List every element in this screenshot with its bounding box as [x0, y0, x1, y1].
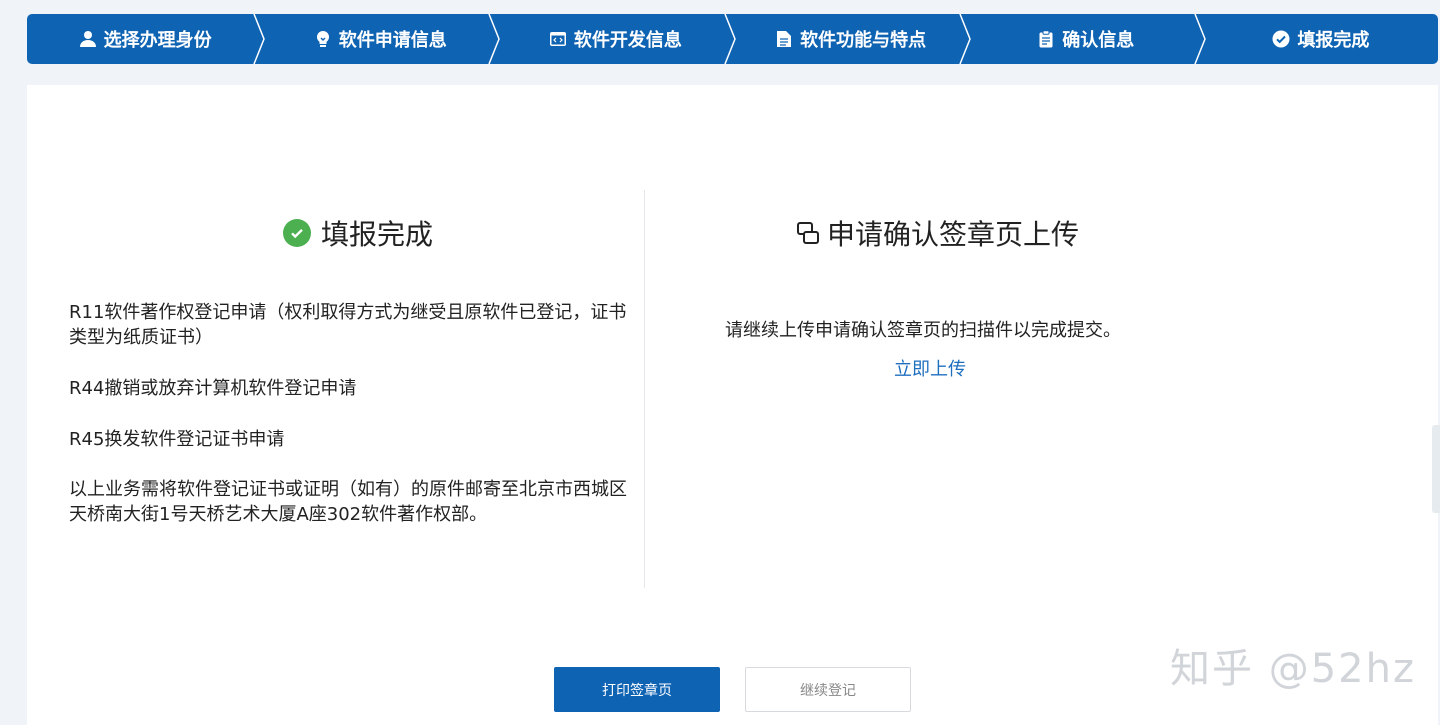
upload-now-link[interactable]: 立即上传 — [894, 355, 966, 381]
step-label: 确认信息 — [1062, 30, 1135, 51]
watermark: 知乎 @52hz — [1170, 646, 1416, 692]
step-software-features[interactable]: 软件功能与特点 — [733, 14, 971, 64]
step-label: 软件开发信息 — [573, 30, 682, 51]
column-divider — [644, 190, 645, 588]
upload-section-title-text: 申请确认签章页上传 — [827, 218, 1080, 251]
notice-paragraph: R44撤销或放弃计算机软件登记申请 — [69, 378, 357, 399]
print-signature-page-button[interactable]: 打印签章页 — [554, 667, 720, 712]
result-card: 填报完成 R11软件著作权登记申请（权利取得方式为继受且原软件已登记，证书类型为… — [27, 85, 1438, 725]
step-label: 填报完成 — [1297, 30, 1370, 51]
upload-description: 请继续上传申请确认签章页的扫描件以完成提交。 — [725, 320, 1121, 341]
step-bar: 选择办理身份 软件申请信息 软件开发信息 软件功能与特点 确认信息 填报完成 — [27, 14, 1438, 64]
bulb-icon — [313, 29, 333, 49]
step-label: 软件申请信息 — [338, 30, 447, 51]
copy-icon — [795, 220, 821, 246]
completion-title-text: 填报完成 — [321, 218, 434, 251]
step-software-application[interactable]: 软件申请信息 — [262, 14, 501, 64]
completion-title: 填报完成 — [283, 213, 433, 253]
step-software-development[interactable]: 软件开发信息 — [497, 14, 736, 64]
step-complete[interactable]: 填报完成 — [1203, 14, 1438, 64]
side-feedback-tab[interactable] — [1432, 425, 1440, 513]
user-icon — [78, 29, 98, 49]
notice-paragraph: R11软件著作权登记申请（权利取得方式为继受且原软件已登记，证书类型为纸质证书） — [69, 302, 627, 348]
code-window-icon — [548, 29, 568, 49]
document-icon — [774, 29, 794, 49]
notice-paragraph: 以上业务需将软件登记证书或证明（如有）的原件邮寄至北京市西城区天桥南大街1号天桥… — [69, 479, 627, 525]
step-label: 软件功能与特点 — [800, 30, 927, 51]
clipboard-icon — [1036, 29, 1056, 49]
step-select-identity[interactable]: 选择办理身份 — [27, 14, 265, 64]
notice-paragraph: R45换发软件登记证书申请 — [69, 429, 285, 450]
continue-registration-button[interactable]: 继续登记 — [745, 667, 911, 712]
step-confirm-info[interactable]: 确认信息 — [968, 14, 1206, 64]
check-circle-icon — [1271, 29, 1291, 49]
upload-section-title: 申请确认签章页上传 — [795, 213, 1079, 253]
step-label: 选择办理身份 — [103, 30, 212, 51]
success-check-icon — [283, 219, 311, 247]
